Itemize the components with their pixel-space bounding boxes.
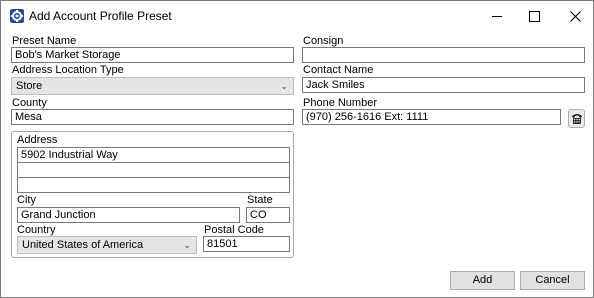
gear-app-icon <box>10 9 24 23</box>
chevron-down-icon: ⌄ <box>183 240 191 250</box>
close-icon <box>569 10 581 22</box>
minimize-button[interactable] <box>479 1 515 31</box>
address-line2-input[interactable] <box>17 162 290 178</box>
phone-button[interactable] <box>568 109 585 128</box>
country-select[interactable]: United States of America ⌄ <box>17 236 197 254</box>
add-button[interactable]: Add <box>450 271 515 290</box>
maximize-icon <box>528 10 540 22</box>
consign-input[interactable] <box>302 47 585 63</box>
address-location-type-label: Address Location Type <box>12 64 124 76</box>
window-title: Add Account Profile Preset <box>29 9 172 23</box>
state-input[interactable]: CO <box>246 207 290 223</box>
address-label: Address <box>17 134 58 146</box>
cancel-button[interactable]: Cancel <box>520 271 585 290</box>
phone-icon <box>571 114 582 124</box>
city-label: City <box>17 194 36 206</box>
close-button[interactable] <box>557 1 593 31</box>
maximize-button[interactable] <box>516 1 552 31</box>
chevron-down-icon: ⌄ <box>280 81 288 91</box>
address-line1-input[interactable]: 5902 Industrial Way <box>17 147 290 163</box>
address-location-type-select[interactable]: Store ⌄ <box>11 77 294 95</box>
phone-number-input[interactable]: (970) 256-1616 Ext: 1111 <box>302 109 561 125</box>
dialog-window: Add Account Profile Preset Preset Name B… <box>0 0 594 298</box>
address-location-type-value: Store <box>16 80 43 92</box>
country-value: United States of America <box>22 239 144 251</box>
contact-name-label: Contact Name <box>303 64 374 76</box>
county-input[interactable]: Mesa <box>11 109 294 125</box>
title-bar: Add Account Profile Preset <box>1 1 593 31</box>
minimize-icon <box>492 15 502 17</box>
preset-name-input[interactable]: Bob's Market Storage <box>11 47 294 63</box>
city-input[interactable]: Grand Junction <box>17 207 240 223</box>
state-label: State <box>247 194 273 206</box>
contact-name-input[interactable]: Jack Smiles <box>302 77 585 93</box>
postal-code-input[interactable]: 81501 <box>203 236 290 252</box>
address-line3-input[interactable] <box>17 177 290 193</box>
